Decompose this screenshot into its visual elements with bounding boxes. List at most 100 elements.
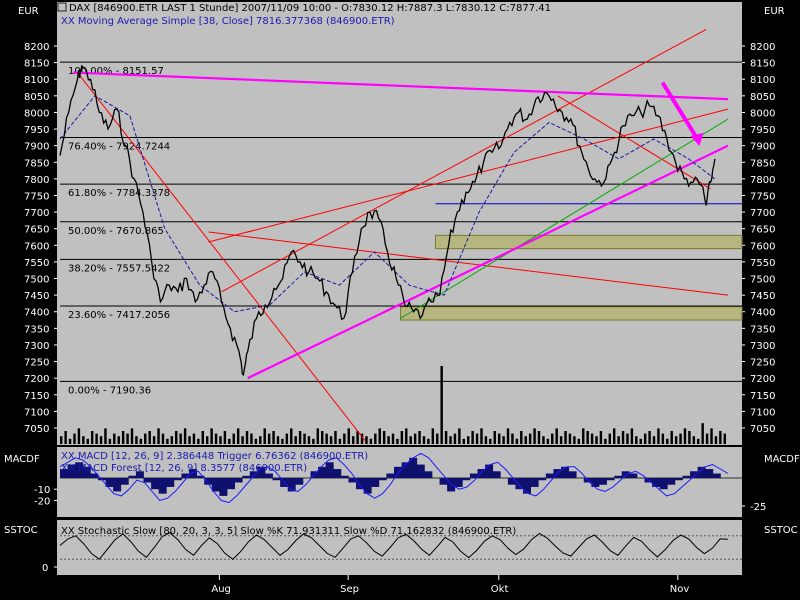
volume-bar bbox=[338, 438, 342, 444]
volume-bar bbox=[294, 436, 297, 444]
volume-bar bbox=[577, 438, 581, 444]
macd-forest-bar bbox=[538, 478, 547, 481]
volume-bar bbox=[263, 428, 266, 444]
volume-bar bbox=[148, 431, 151, 444]
macd-forest-bar bbox=[477, 469, 486, 478]
volume-bar bbox=[422, 436, 426, 444]
volume-bar bbox=[657, 428, 660, 444]
volume-bar bbox=[241, 436, 244, 444]
volume-bar bbox=[135, 436, 138, 444]
macd-forest-bar bbox=[598, 478, 607, 485]
volume-bar bbox=[559, 436, 563, 444]
volume-bar bbox=[608, 433, 611, 444]
volume-bar bbox=[599, 431, 603, 444]
y-tick-label-left: 7650 bbox=[24, 225, 49, 236]
left-unit-label: EUR bbox=[18, 6, 39, 17]
volume-bar bbox=[276, 436, 280, 444]
volume-bar bbox=[316, 428, 320, 444]
volume-bar bbox=[551, 433, 554, 444]
volume-bar bbox=[413, 433, 417, 444]
macd-forest-bar bbox=[454, 478, 463, 487]
macd-forest-bar bbox=[568, 471, 577, 478]
volume-bar bbox=[232, 433, 235, 444]
volume-bar bbox=[431, 428, 435, 444]
support-zone bbox=[434, 234, 743, 250]
y-tick-label-left: 7500 bbox=[24, 275, 49, 286]
volume-bar bbox=[648, 431, 651, 444]
volume-bar bbox=[175, 431, 178, 444]
volume-bar bbox=[130, 428, 134, 444]
stoch-panel-label-right: SSTOC bbox=[764, 525, 798, 536]
volume-bar bbox=[493, 431, 496, 444]
macd-forest-bar bbox=[394, 466, 402, 478]
volume-bar bbox=[60, 436, 63, 444]
volume-bar bbox=[161, 433, 165, 444]
macd-forest-bar bbox=[211, 478, 220, 492]
macd-forest-bar bbox=[629, 473, 638, 478]
volume-bar bbox=[590, 433, 594, 444]
volume-bar bbox=[64, 431, 67, 444]
volume-bar bbox=[272, 431, 275, 444]
right-unit-label: EUR bbox=[764, 6, 785, 17]
month-label: Aug bbox=[211, 584, 231, 595]
volume-bar bbox=[621, 431, 625, 444]
volume-bar bbox=[405, 428, 408, 444]
volume-bar bbox=[259, 436, 262, 444]
volume-bar bbox=[533, 428, 536, 444]
volume-bar bbox=[475, 433, 479, 444]
volume-bar bbox=[542, 436, 545, 444]
macd-forest-bar bbox=[219, 478, 228, 496]
y-tick-label-right: 7250 bbox=[750, 358, 775, 369]
volume-bar bbox=[152, 436, 156, 444]
macd-forest-bar bbox=[378, 478, 387, 481]
macd-forest-bar bbox=[416, 464, 425, 478]
y-tick-label-left: 8000 bbox=[24, 108, 49, 119]
macd-forest-bar bbox=[515, 478, 524, 490]
volume-bar bbox=[489, 438, 492, 444]
volume-bar bbox=[369, 438, 373, 444]
macd-forest-bar bbox=[682, 475, 691, 478]
volume-bar bbox=[511, 433, 514, 444]
y-tick-label-left: 7200 bbox=[24, 374, 49, 385]
volume-bar bbox=[688, 431, 691, 444]
volume-bar bbox=[710, 428, 713, 444]
volume-bar bbox=[321, 431, 324, 444]
legend-swatch-box[interactable] bbox=[57, 2, 67, 12]
macd-forest-bar bbox=[113, 478, 122, 492]
volume-bar bbox=[458, 428, 461, 444]
y-tick-label-right: 7900 bbox=[750, 142, 775, 153]
y-tick-label-left: 8200 bbox=[24, 42, 49, 53]
volume-bar bbox=[639, 438, 642, 444]
y-tick-label-right: 7850 bbox=[750, 158, 775, 169]
volume-bar bbox=[582, 428, 585, 444]
macd-forest-bar bbox=[485, 464, 494, 478]
volume-bar bbox=[714, 436, 718, 444]
macd-forest-bar bbox=[659, 478, 668, 490]
macd-forest-bar bbox=[143, 478, 152, 483]
volume-bar bbox=[564, 431, 567, 444]
macd-panel-label-right: MACDF bbox=[764, 454, 800, 465]
macd-forest-bar bbox=[462, 478, 471, 481]
volume-bar bbox=[630, 428, 634, 444]
y-tick-label-left: 7350 bbox=[24, 324, 49, 335]
volume-bar bbox=[484, 436, 488, 444]
y-tick-label-left: 7450 bbox=[24, 291, 49, 302]
volume-bar bbox=[351, 436, 355, 444]
volume-bar bbox=[387, 436, 390, 444]
volume-bar bbox=[303, 433, 306, 444]
macd-forest-bar bbox=[545, 473, 554, 478]
macd-legend-line-2: XX MACD Forest [12, 26, 9] 8.3577 (84690… bbox=[61, 463, 307, 474]
macd-forest-bar bbox=[151, 478, 160, 490]
macd-forest-bar bbox=[272, 478, 281, 481]
volume-bar bbox=[701, 423, 704, 444]
fib-level-label: 76.40% - 7924.7244 bbox=[68, 141, 170, 152]
macd-forest-bar bbox=[227, 478, 235, 490]
volume-bar bbox=[307, 436, 311, 444]
volume-bar bbox=[126, 433, 129, 444]
volume-bar bbox=[604, 438, 607, 444]
y-tick-label-right: 7150 bbox=[750, 391, 775, 402]
y-tick-label-left: 8050 bbox=[24, 92, 49, 103]
macd-forest-bar bbox=[424, 471, 433, 478]
volume-bar bbox=[719, 431, 722, 444]
macd-forest-bar bbox=[712, 473, 721, 478]
